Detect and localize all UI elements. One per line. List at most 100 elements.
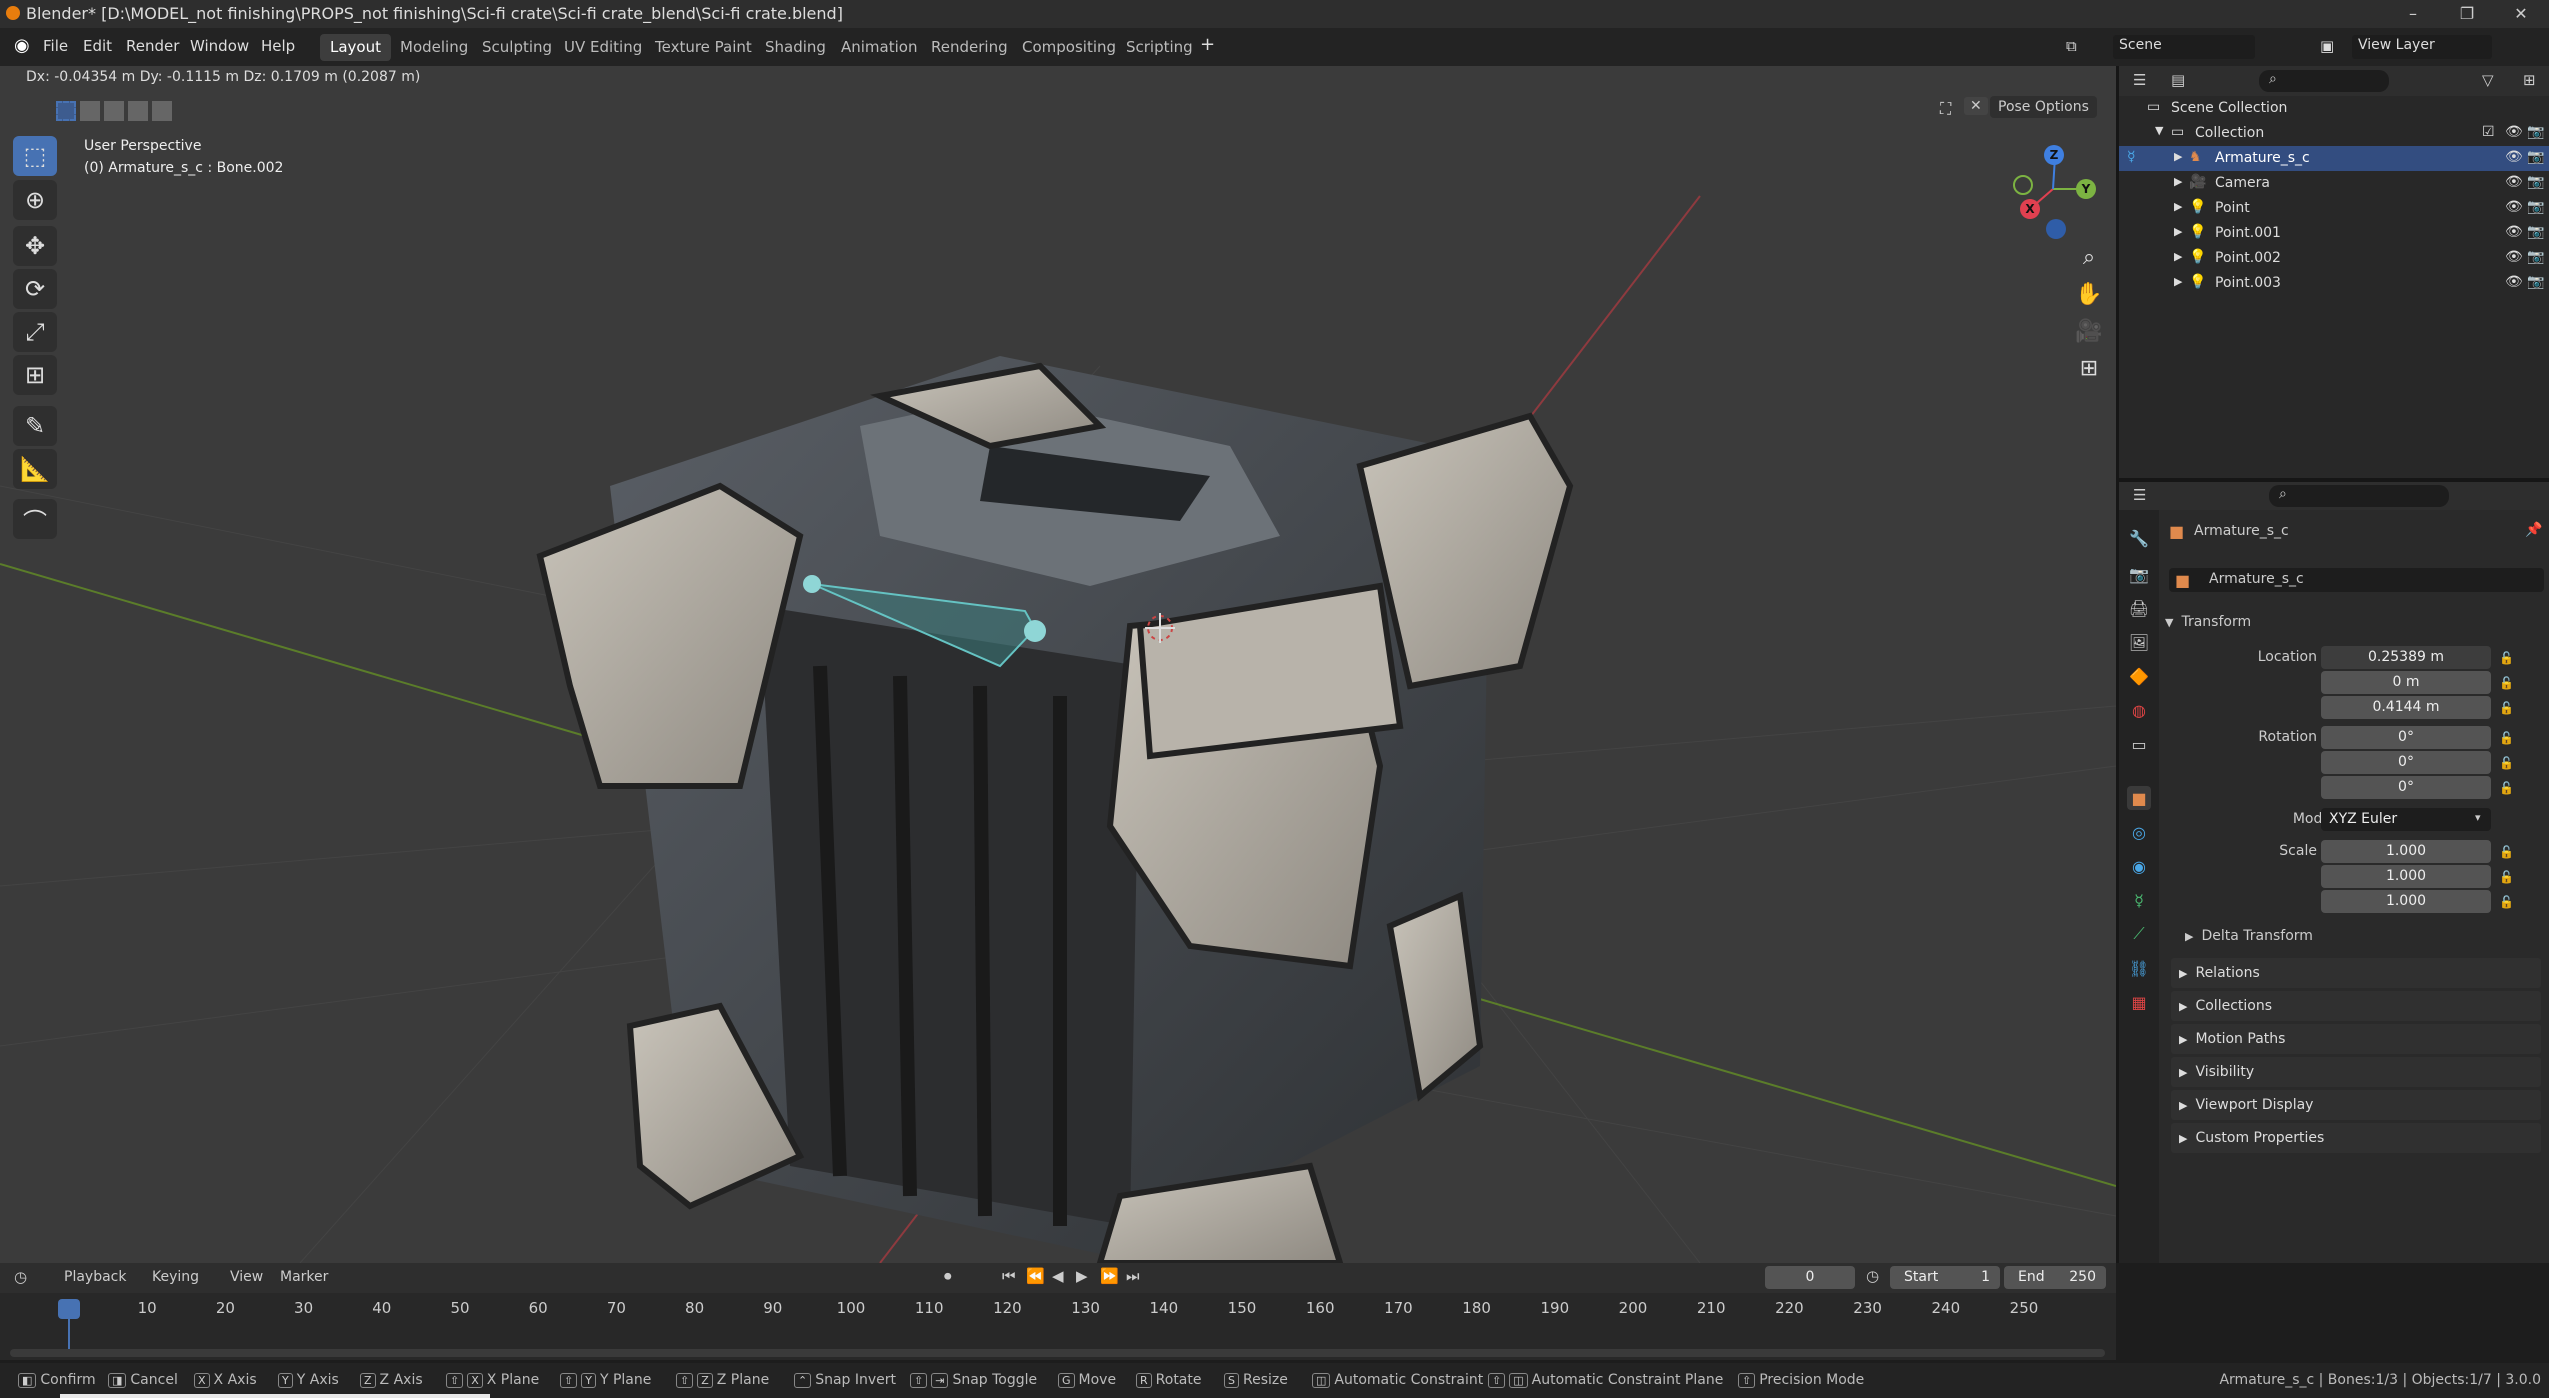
- texture-tab-icon[interactable]: ▦: [2127, 990, 2151, 1014]
- chevron-right-icon[interactable]: ▶: [2174, 150, 2182, 163]
- outliner-item-point-001[interactable]: ▶ 💡 Point.001 👁 📷: [2119, 221, 2549, 246]
- tab-rendering[interactable]: Rendering: [921, 34, 1018, 61]
- select-extend-icon[interactable]: [80, 101, 100, 121]
- filter-icon[interactable]: ▽: [2482, 71, 2494, 89]
- gizmo-neg-z-axis[interactable]: [2046, 219, 2066, 239]
- chevron-right-icon[interactable]: ▶: [2174, 225, 2182, 238]
- annotate-tool[interactable]: ✎: [13, 406, 57, 446]
- select-box-tool[interactable]: ⬚: [13, 136, 57, 176]
- camera-icon[interactable]: 📷: [2527, 224, 2544, 240]
- scene-icon[interactable]: ⧉: [2066, 37, 2077, 55]
- viewport-display-panel[interactable]: ▶ Viewport Display: [2171, 1090, 2541, 1120]
- chevron-right-icon[interactable]: ▶: [2174, 250, 2182, 263]
- editor-type-icon[interactable]: ☰: [2133, 486, 2146, 504]
- jump-end-icon[interactable]: ⏭: [1126, 1267, 1140, 1285]
- camera-icon[interactable]: 📷: [2527, 274, 2544, 290]
- chevron-down-icon[interactable]: ▼: [2155, 124, 2163, 137]
- display-mode-icon[interactable]: ▤: [2171, 71, 2185, 89]
- camera-view-icon[interactable]: 🎥: [2072, 314, 2106, 348]
- custom-properties-panel[interactable]: ▶ Custom Properties: [2171, 1123, 2541, 1153]
- pose-options-dropdown[interactable]: Pose Options: [1990, 96, 2097, 118]
- play-icon[interactable]: ▶: [1076, 1267, 1088, 1285]
- scale-tool[interactable]: ⤢: [13, 312, 57, 352]
- tab-shading[interactable]: Shading: [755, 34, 836, 61]
- jump-start-icon[interactable]: ⏮: [1002, 1267, 1016, 1285]
- chevron-right-icon[interactable]: ▶: [2174, 275, 2182, 288]
- lock-icon[interactable]: 🔓: [2499, 845, 2514, 859]
- menu-render[interactable]: Render: [126, 37, 179, 55]
- eye-icon[interactable]: 👁: [2505, 274, 2523, 290]
- camera-icon[interactable]: 📷: [2527, 174, 2544, 190]
- world-tab-icon[interactable]: ◍: [2127, 698, 2151, 722]
- eye-icon[interactable]: 👁: [2505, 174, 2523, 190]
- physics-tab-icon[interactable]: ◉: [2127, 854, 2151, 878]
- scale-z-field[interactable]: 1.000: [2321, 890, 2491, 913]
- armature-data-tab-icon[interactable]: ☿: [2127, 888, 2151, 912]
- keying-menu[interactable]: Keying: [152, 1269, 199, 1285]
- tab-compositing[interactable]: Compositing: [1012, 34, 1126, 61]
- marker-menu[interactable]: Marker: [280, 1269, 328, 1285]
- start-frame-field[interactable]: Start 1: [1890, 1266, 2000, 1289]
- select-new-icon[interactable]: [56, 101, 76, 121]
- scene-tab-icon[interactable]: 🔶: [2127, 664, 2151, 688]
- close-icon[interactable]: ✕: [1964, 97, 1988, 115]
- outliner-item-point[interactable]: ▶ 💡 Point 👁 📷: [2119, 196, 2549, 221]
- eye-icon[interactable]: 👁: [2505, 124, 2523, 140]
- gizmo-x-axis[interactable]: X: [2020, 199, 2040, 219]
- view-layer-field[interactable]: View Layer: [2352, 35, 2492, 59]
- pan-hand-icon[interactable]: ✋: [2072, 277, 2106, 311]
- menu-window[interactable]: Window: [190, 37, 249, 55]
- cursor-tool[interactable]: ⊕: [13, 180, 57, 220]
- camera-icon[interactable]: 📷: [2527, 124, 2544, 140]
- close-icon[interactable]: ✕: [2496, 0, 2546, 28]
- select-subtract-icon[interactable]: [104, 101, 124, 121]
- rotation-mode-dropdown[interactable]: XYZ Euler: [2321, 808, 2491, 831]
- play-reverse-icon[interactable]: ◀: [1052, 1267, 1064, 1285]
- outliner-scene-collection[interactable]: ▭ Scene Collection: [2119, 96, 2549, 121]
- lock-icon[interactable]: 🔓: [2499, 731, 2514, 745]
- relations-panel[interactable]: ▶ Relations: [2171, 958, 2541, 988]
- tab-sculpting[interactable]: Sculpting: [472, 34, 562, 61]
- tab-uv-editing[interactable]: UV Editing: [554, 34, 652, 61]
- render-tab-icon[interactable]: 📷: [2127, 562, 2151, 586]
- location-y-field[interactable]: 0 m: [2321, 671, 2491, 694]
- chevron-right-icon[interactable]: ▶: [2174, 175, 2182, 188]
- timeline-scrollbar[interactable]: [10, 1349, 2105, 1357]
- tab-modeling[interactable]: Modeling: [390, 34, 478, 61]
- collection-tab-icon[interactable]: ▭: [2127, 732, 2151, 756]
- rotation-z-field[interactable]: 0°: [2321, 776, 2491, 799]
- pin-icon[interactable]: 📌: [2525, 522, 2542, 538]
- outliner-item-armature[interactable]: ☿ ▶ ♞ Armature_s_c 👁 📷: [2119, 146, 2549, 171]
- lock-icon[interactable]: 🔓: [2499, 781, 2514, 795]
- visibility-panel[interactable]: ▶ Visibility: [2171, 1057, 2541, 1087]
- camera-icon[interactable]: 📷: [2527, 249, 2544, 265]
- scale-y-field[interactable]: 1.000: [2321, 865, 2491, 888]
- maximize-icon[interactable]: ❐: [2442, 0, 2492, 28]
- blender-menu-icon[interactable]: ◉: [14, 35, 30, 56]
- tab-layout[interactable]: Layout: [320, 34, 391, 61]
- view-menu[interactable]: View: [230, 1269, 263, 1285]
- lock-icon[interactable]: 🔓: [2499, 701, 2514, 715]
- 3d-viewport[interactable]: Dx: -0.04354 m Dy: -0.1115 m Dz: 0.1709 …: [0, 66, 2116, 1263]
- playhead[interactable]: [58, 1299, 80, 1319]
- clock-icon[interactable]: ◷: [1866, 1267, 1879, 1285]
- playback-menu[interactable]: Playback: [64, 1269, 126, 1285]
- motion-paths-panel[interactable]: ▶ Motion Paths: [2171, 1024, 2541, 1054]
- eye-icon[interactable]: 👁: [2505, 249, 2523, 265]
- scene-name-field[interactable]: Scene: [2113, 35, 2255, 59]
- select-intersect-icon[interactable]: [152, 101, 172, 121]
- editor-type-icon[interactable]: ☰: [2133, 71, 2146, 89]
- camera-icon[interactable]: 📷: [2527, 149, 2544, 165]
- object-tab-icon[interactable]: ■: [2127, 786, 2151, 810]
- delta-transform-subpanel[interactable]: ▶ Delta Transform: [2185, 923, 2535, 949]
- lock-icon[interactable]: 🔓: [2499, 651, 2514, 665]
- navigation-gizmo[interactable]: Z Y X: [2000, 141, 2100, 241]
- gizmo-y-axis[interactable]: Y: [2076, 179, 2096, 199]
- bone-tab-icon[interactable]: ⟋: [2127, 922, 2151, 946]
- eye-icon[interactable]: 👁: [2505, 149, 2523, 165]
- outliner-item-point-002[interactable]: ▶ 💡 Point.002 👁 📷: [2119, 246, 2549, 271]
- transform-tool[interactable]: ⊞: [13, 355, 57, 395]
- transform-panel-header[interactable]: ▼ Transform: [2165, 607, 2545, 637]
- rotation-x-field[interactable]: 0°: [2321, 726, 2491, 749]
- lock-icon[interactable]: 🔓: [2499, 756, 2514, 770]
